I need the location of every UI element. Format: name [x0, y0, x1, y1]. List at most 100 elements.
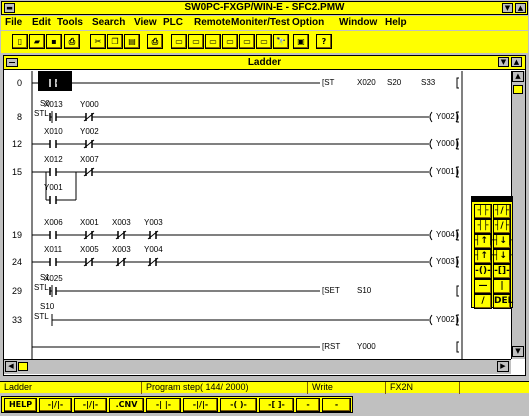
maximize-button[interactable]: ▲ — [515, 3, 526, 13]
coil-label: Y004 — [436, 230, 455, 239]
horizontal-scrollbar[interactable]: ◀ ▶ — [4, 359, 511, 374]
menu-view[interactable]: View — [134, 17, 157, 29]
contact-label: Y003 — [144, 218, 163, 227]
contact-label: X013 — [44, 100, 63, 109]
contact-label: X012 — [44, 155, 63, 164]
stl-marker: STL — [34, 312, 49, 321]
list-view-icon[interactable]: ▭ — [188, 34, 204, 49]
no-contact[interactable] — [49, 140, 57, 148]
no-contact[interactable] — [49, 231, 57, 239]
instruction-operand: [RST — [322, 342, 341, 351]
ladder-minimize-button[interactable]: ▼ — [498, 57, 509, 67]
rung-step-number: 8 — [16, 112, 22, 122]
comment-view-icon[interactable]: ▭ — [239, 34, 255, 49]
ladder-window-title-bar: Ladder ▼ ▲ — [4, 56, 525, 70]
stl-marker: STL — [34, 109, 49, 118]
nc-contact-icon[interactable]: ┤/├ — [493, 204, 511, 219]
delete-line-icon[interactable]: DEL — [493, 294, 513, 309]
function-key-9[interactable]: - — [322, 398, 351, 412]
rung-step-number: 19 — [11, 230, 22, 240]
new-file-icon[interactable]: ▯ — [12, 34, 28, 49]
ladder-symbol-palette: ┤├ ┤/├ ┤├ ┤/├ ┤↑├ ┤↓├ ┤↑├ ┤↓├ -()- -[]- — | / DEL — [471, 196, 513, 309]
function-key-2[interactable]: -|/|- — [74, 398, 107, 412]
function-key-5[interactable]: -|/|- — [183, 398, 218, 412]
palette-title-bar[interactable] — [472, 197, 512, 202]
function-key-1[interactable]: -|/|- — [39, 398, 72, 412]
ladder-view-icon[interactable]: ▭ — [171, 34, 187, 49]
menu-edit[interactable]: Edit — [32, 17, 51, 29]
function-key-4[interactable]: -| |- — [146, 398, 181, 412]
status-mode: Ladder — [2, 382, 142, 394]
horizontal-line-icon[interactable]: — — [474, 279, 492, 294]
menu-help[interactable]: Help — [385, 17, 407, 29]
parallel-falling-icon[interactable]: ┤↓├ — [493, 249, 512, 264]
scroll-left-button[interactable]: ◀ — [5, 361, 17, 372]
contact-label: Y002 — [80, 127, 99, 136]
scroll-up-button[interactable]: ▲ — [512, 71, 524, 82]
help-icon[interactable]: ? — [316, 34, 332, 49]
function-key-3[interactable]: .CNV — [109, 398, 144, 412]
rising-edge-icon[interactable]: ┤↑├ — [474, 234, 493, 249]
sfc-view-icon[interactable]: ▭ — [222, 34, 238, 49]
menu-remote[interactable]: Remote — [194, 17, 231, 29]
contact-label: X025 — [44, 274, 63, 283]
open-folder-icon[interactable]: ▰ — [29, 34, 45, 49]
contact-label: X011 — [44, 245, 63, 254]
horizontal-scroll-thumb[interactable] — [18, 362, 28, 371]
menu-file[interactable]: File — [5, 17, 22, 29]
contact-label: X005 — [80, 245, 99, 254]
vertical-scroll-thumb[interactable] — [513, 85, 523, 94]
coil-icon[interactable]: -()- — [474, 264, 492, 279]
scroll-right-button[interactable]: ▶ — [497, 361, 509, 372]
app-title-bar: ▬ SW0PC-FXGP/WIN-E - SFC2.PMW ▼ ▲ — [1, 1, 528, 15]
function-icon[interactable]: -[]- — [493, 264, 511, 279]
no-contact[interactable] — [49, 258, 57, 266]
parallel-rising-icon[interactable]: ┤↑├ — [474, 249, 493, 264]
rung-step-number: 15 — [11, 167, 22, 177]
ladder-maximize-button[interactable]: ▲ — [511, 57, 522, 67]
contact-label: X003 — [112, 218, 131, 227]
function-key-8[interactable]: - — [296, 398, 320, 412]
contact-label: X001 — [80, 218, 99, 227]
paste-icon[interactable]: ▤ — [124, 34, 140, 49]
printer-icon[interactable]: ⎙ — [147, 34, 163, 49]
status-bar: Ladder Program step( 144/ 2000) Write FX… — [0, 381, 529, 394]
scroll-down-button[interactable]: ▼ — [512, 346, 524, 357]
instruction-operand: Y000 — [357, 342, 376, 351]
menu-option[interactable]: Option — [292, 17, 324, 29]
falling-edge-icon[interactable]: ┤↓├ — [493, 234, 512, 249]
ladder-diagram[interactable]: 0M8000[STX020S20S338S0STLX013Y000Y00212X… — [4, 71, 511, 359]
no-contact-icon[interactable]: ┤├ — [474, 204, 492, 219]
menu-moniter-test[interactable]: Moniter/Test — [231, 17, 290, 29]
vertical-line-icon[interactable]: | — [493, 279, 511, 294]
ladder-window-title: Ladder — [247, 57, 282, 68]
help-key-button[interactable]: HELP — [4, 398, 37, 412]
instruction-view-icon[interactable]: ▭ — [205, 34, 221, 49]
cut-icon[interactable]: ✂ — [90, 34, 106, 49]
toolbar: ▯ ▰ ▪ ⎙ ✂ ❐ ▤ ⎙ ▭ ▭ ▭ ▭ ▭ ▭ 🔭 ▣? — [1, 31, 528, 53]
vertical-scrollbar[interactable]: ▲ ▼ — [511, 71, 525, 359]
menu-tools[interactable]: Tools — [57, 17, 83, 29]
parallel-no-icon[interactable]: ┤├ — [474, 219, 492, 234]
status-access: Write — [310, 382, 386, 394]
function-key-6[interactable]: -( )- — [220, 398, 257, 412]
parallel-nc-icon[interactable]: ┤/├ — [493, 219, 511, 234]
window-icon[interactable]: ▣ — [293, 34, 309, 49]
device-view-icon[interactable]: ▭ — [256, 34, 272, 49]
menu-plc[interactable]: PLC — [163, 17, 183, 29]
find-icon[interactable]: 🔭 — [273, 34, 289, 49]
contact-label: X003 — [112, 245, 131, 254]
status-program-step: Program step( 144/ 2000) — [144, 382, 308, 394]
save-icon[interactable]: ▪ — [46, 34, 62, 49]
minimize-button[interactable]: ▼ — [502, 3, 513, 13]
copy-icon[interactable]: ❐ — [107, 34, 123, 49]
print-icon[interactable]: ⎙ — [64, 34, 80, 49]
instruction-bracket — [456, 341, 459, 353]
no-contact[interactable] — [49, 168, 57, 176]
function-key-7[interactable]: -[ ]- — [259, 398, 294, 412]
branch-contact[interactable] — [49, 196, 57, 204]
instruction-operand: S33 — [421, 78, 436, 87]
menu-search[interactable]: Search — [92, 17, 125, 29]
menu-window[interactable]: Window — [339, 17, 377, 29]
invert-icon[interactable]: / — [474, 294, 492, 309]
